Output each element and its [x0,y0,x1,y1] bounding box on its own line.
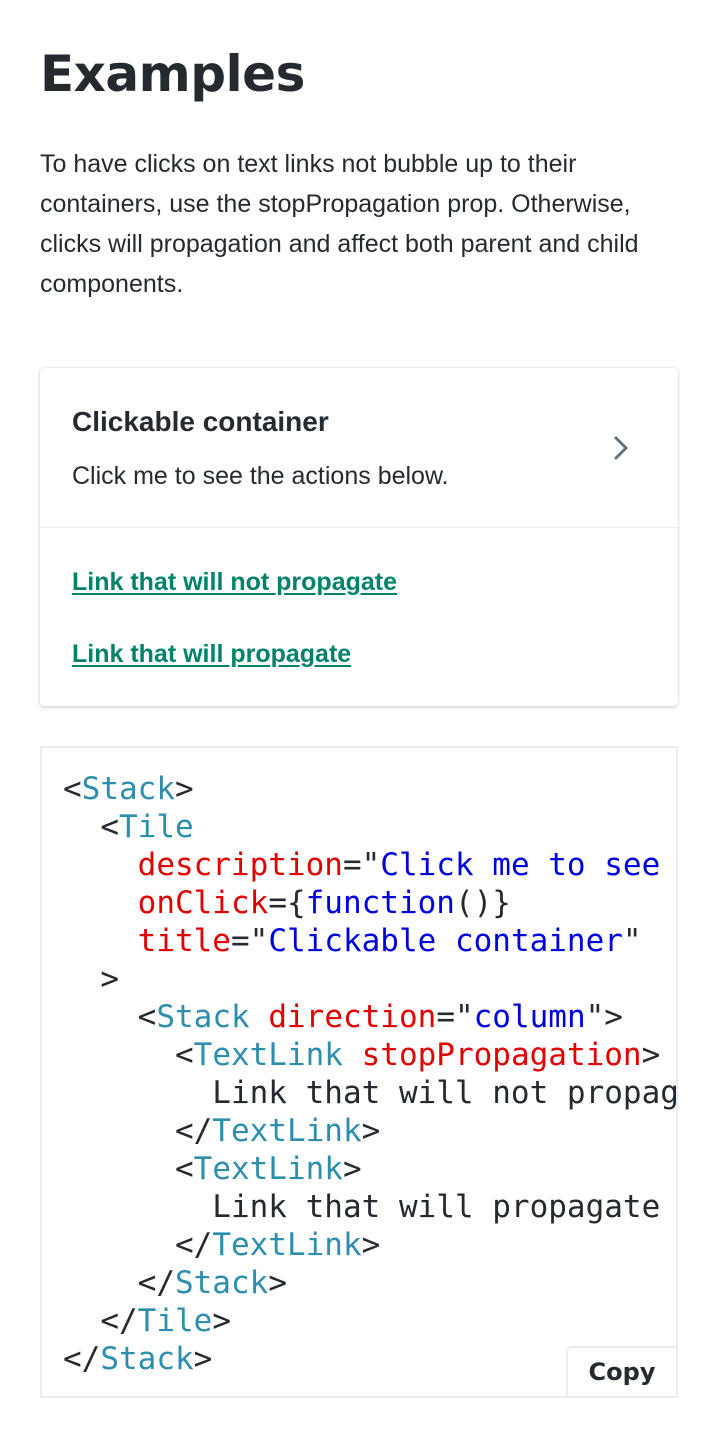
code-token: > [175,771,194,807]
code-line: Link that will not propagate [63,1074,678,1112]
code-token: function [305,885,455,921]
code-token: =" [342,847,381,883]
page: Examples To have clicks on text links no… [0,0,718,1438]
code-line: <TextLink> [63,1150,676,1188]
code-token: TextLink [193,1151,343,1187]
code-token: > [641,1037,661,1073]
code-token: Link that will not propagate [63,1075,678,1111]
code-content: <Stack> <Tile description="Click me to s… [63,770,678,1378]
code-line: <Stack direction="column"> [63,998,676,1036]
code-token: column [473,999,586,1035]
code-token: Tile [119,809,194,845]
code-token: </ [63,1265,175,1301]
code-line: title="Clickable container" [63,922,676,960]
code-token: TextLink [212,1113,362,1149]
tile-title: Clickable container [72,406,329,437]
code-line: </TextLink> [63,1226,676,1264]
code-token: onClick [63,885,269,921]
code-token: "> [585,999,623,1035]
code-token: TextLink [212,1227,362,1263]
code-token: > [268,1265,287,1301]
code-token: > [342,1151,362,1187]
code-line: <TextLink stopPropagation> [63,1036,676,1074]
code-token: ()} [454,885,511,921]
section-description: To have clicks on text links not bubble … [40,150,639,298]
code-line: <Stack> [63,770,676,808]
code-token: stopPropagation [361,1037,642,1073]
code-token: </ [63,1227,213,1263]
tile-description: Click me to see the actions below. [72,462,449,490]
code-token: TextLink [193,1037,343,1073]
code-token: </ [63,1341,101,1377]
example-tile: Clickable container Click me to see the … [40,368,678,706]
code-token: > [361,1227,381,1263]
code-token: ={ [268,885,306,921]
code-token: </ [63,1113,213,1149]
code-line: <Tile [63,808,676,846]
chevron-right-icon [614,436,628,460]
code-token: Stack [156,999,250,1035]
code-line: > [63,960,676,998]
code-token: < [63,1037,194,1073]
page-title: Examples [40,45,305,103]
code-token: =" [230,923,269,959]
code-token: title [63,923,231,959]
code-token: description [63,847,343,883]
code-token: > [361,1113,381,1149]
code-token: Stack [174,1265,269,1301]
code-line: onClick={function()} [63,884,676,922]
code-token: Link that will propagate [63,1189,661,1225]
code-line: description="Click me to see the actions… [63,846,676,884]
code-token: Click me to see the actions below. [380,847,661,883]
code-token: < [63,1151,194,1187]
code-token: direction [268,999,437,1035]
code-token: =" [436,999,474,1035]
code-line: </Tile> [63,1302,676,1340]
code-token: Stack [81,771,175,807]
clickable-container[interactable]: Clickable container Click me to see the … [40,368,678,528]
code-token: " [622,923,642,959]
code-token: > [212,1303,231,1339]
code-token: > [63,961,119,997]
code-line: Link that will propagate [63,1188,676,1226]
link-propagate[interactable]: Link that will propagate [72,638,351,670]
code-token: < [63,809,119,845]
code-line: </Stack> [63,1264,676,1302]
code-line: </TextLink> [63,1112,676,1150]
tile-links: Link that will not propagate Link that w… [40,528,678,706]
link-not-propagate[interactable]: Link that will not propagate [72,566,397,598]
code-token: > [193,1341,213,1377]
code-token: </ [63,1303,138,1339]
code-token: Clickable container [268,923,623,959]
code-token: < [63,771,82,807]
copy-button[interactable]: Copy [566,1346,676,1396]
code-block: <Stack> <Tile description="Click me to s… [40,746,678,1398]
code-token: Tile [137,1303,213,1339]
code-token: Stack [100,1341,194,1377]
code-token: < [63,999,157,1035]
